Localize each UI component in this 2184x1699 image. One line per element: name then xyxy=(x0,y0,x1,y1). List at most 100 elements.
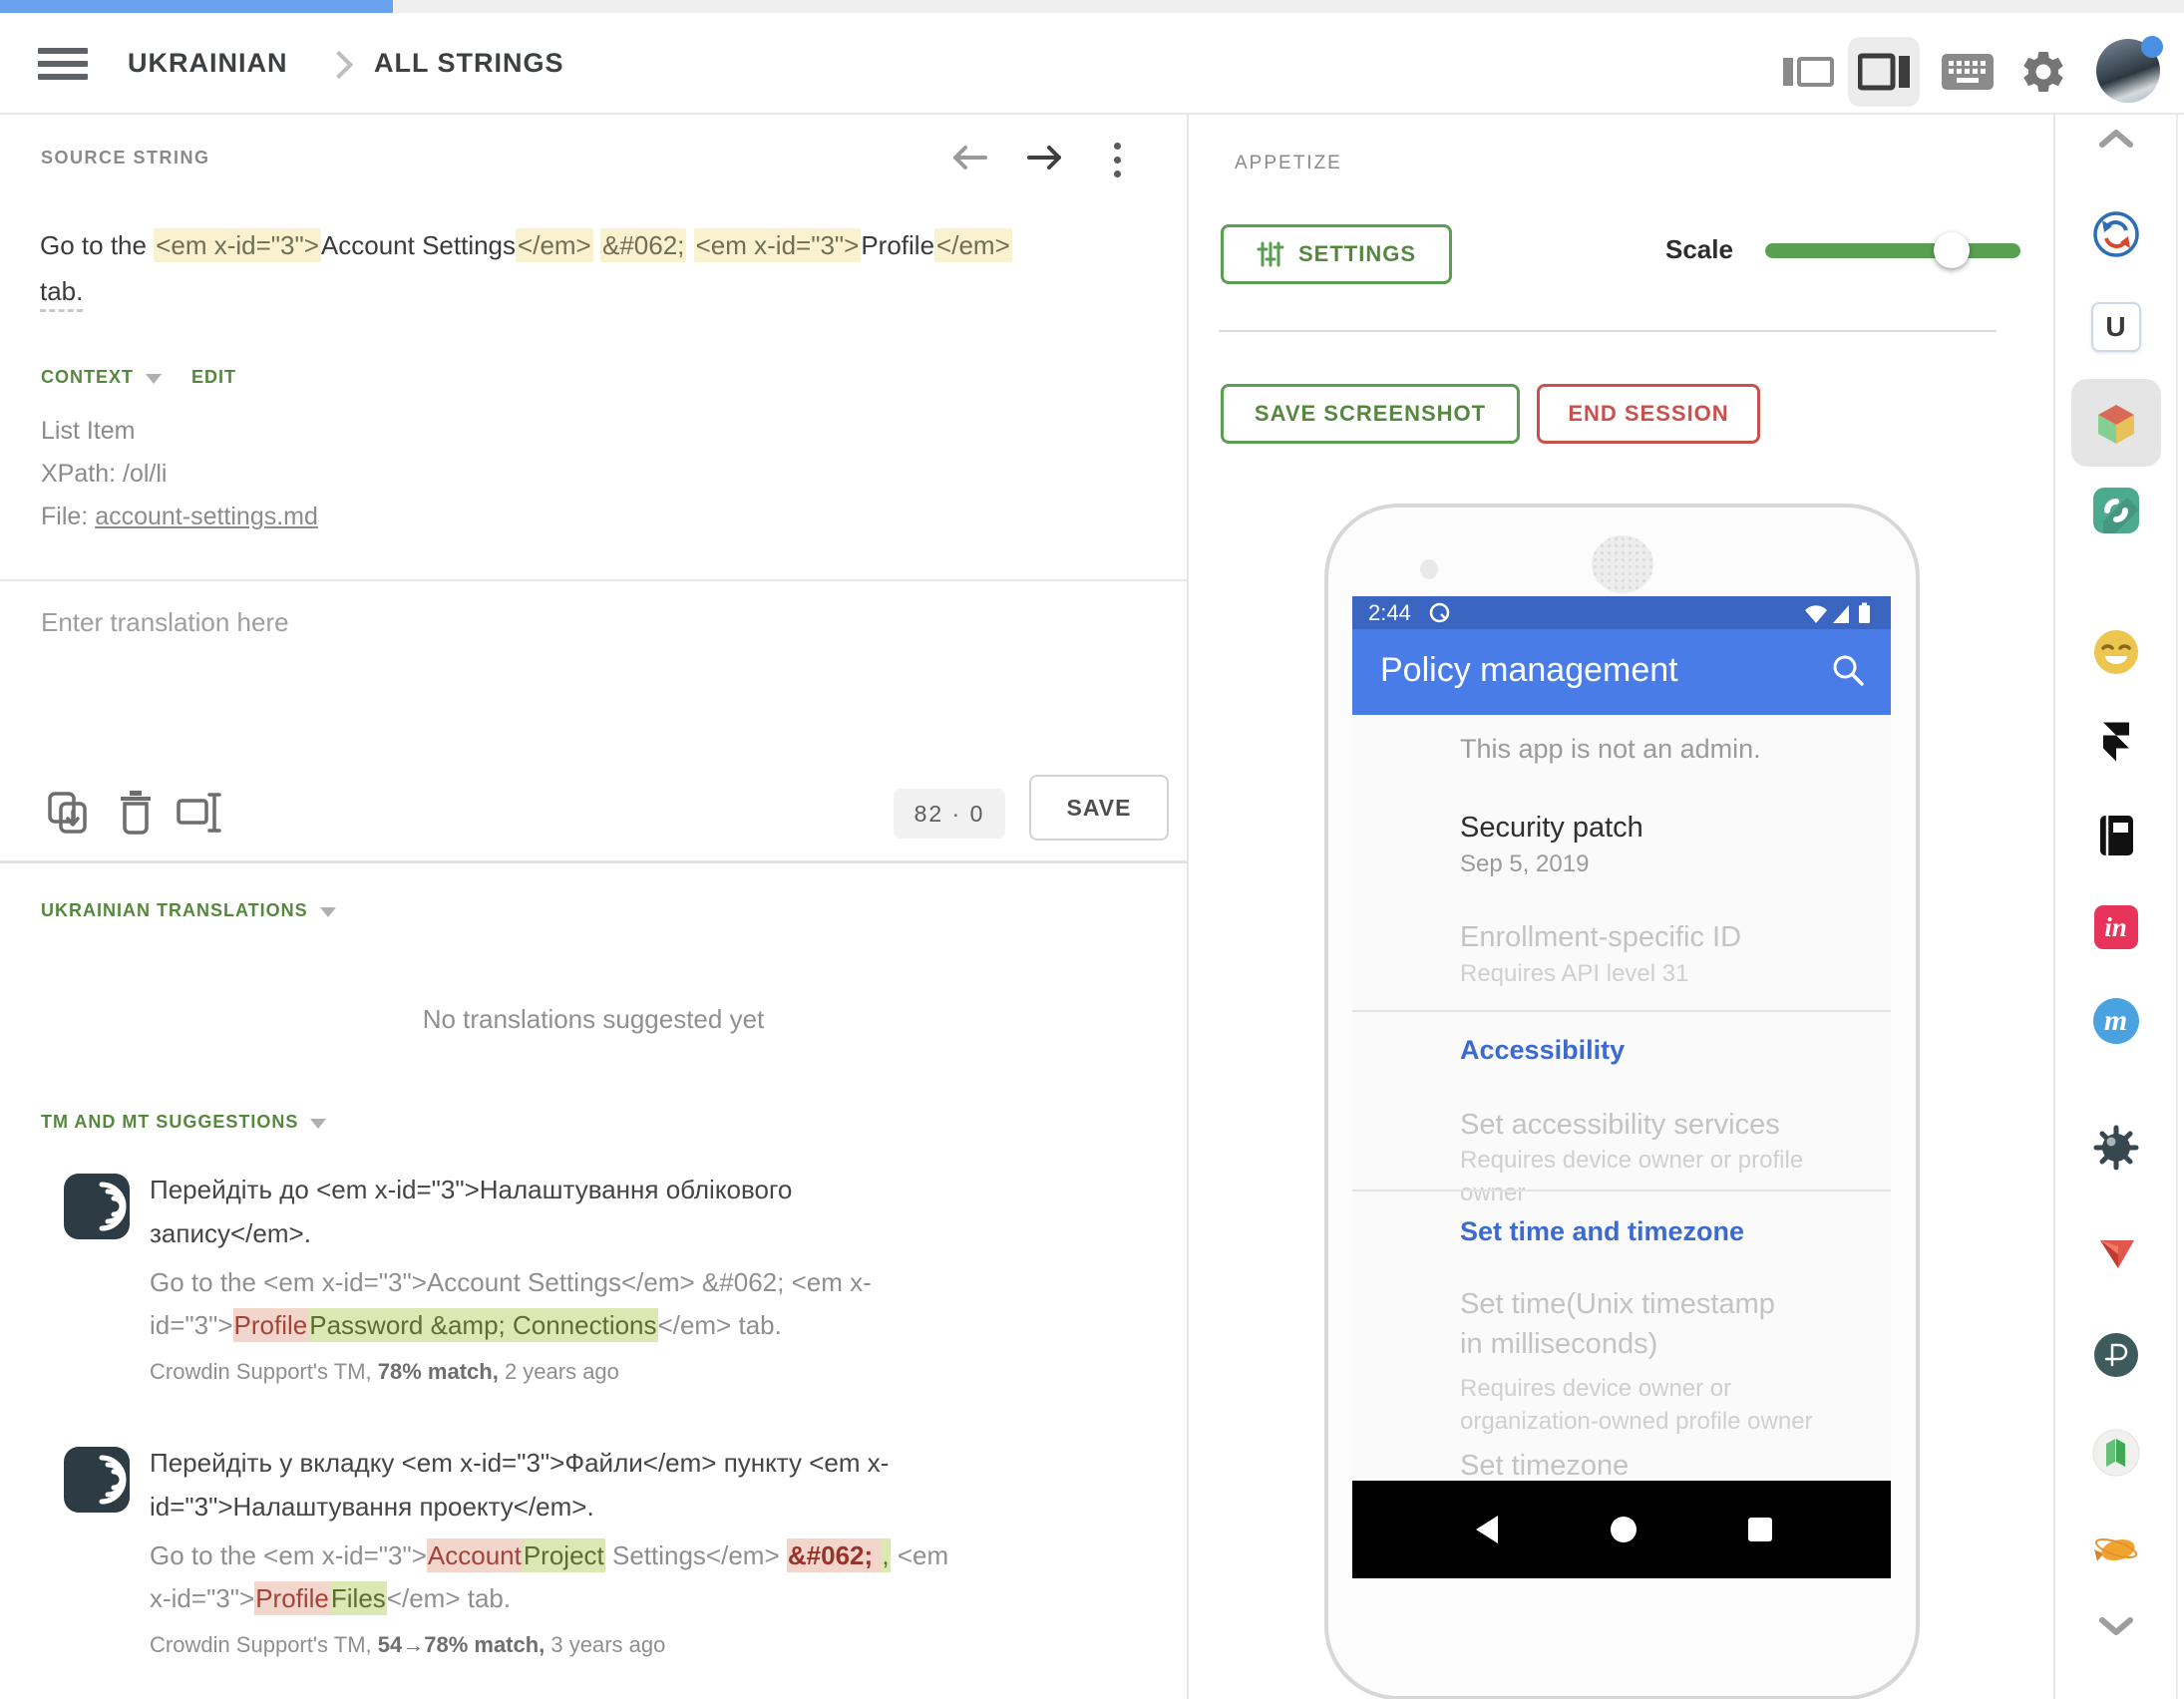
context-type: List Item xyxy=(41,410,318,453)
online-status-dot xyxy=(2141,36,2163,58)
scale-thumb[interactable] xyxy=(1934,232,1970,268)
keyboard-icon[interactable] xyxy=(1941,46,1995,98)
divider xyxy=(0,860,1187,863)
collapse-up-icon[interactable] xyxy=(2096,127,2136,151)
list-item-title[interactable]: Security patch xyxy=(1460,808,1849,848)
smiley-icon[interactable] xyxy=(2093,629,2139,675)
divider xyxy=(0,579,1187,581)
medium-icon[interactable] xyxy=(2092,1429,2140,1477)
list-item-title[interactable]: Set accessibility services xyxy=(1460,1105,1849,1145)
app-bar: Policy management xyxy=(1352,629,1891,715)
translations-section-toggle[interactable]: UKRAINIAN TRANSLATIONS xyxy=(41,900,336,921)
appetize-panel: APPETIZE SETTINGS Scale SAVE SCREENSHOT … xyxy=(1191,115,2051,1699)
framer-icon[interactable] xyxy=(2103,722,2129,762)
context-toggle[interactable]: CONTEXT xyxy=(41,367,162,388)
source-string-text: Go to the <em x-id="3">Account Settings<… xyxy=(40,222,1127,314)
scale-label: Scale xyxy=(1665,234,1733,265)
context-edit-button[interactable]: EDIT xyxy=(191,367,236,388)
integrations-sidebar: U xyxy=(2053,115,2178,1699)
android-nav-bar xyxy=(1352,1481,1891,1578)
sliders-icon xyxy=(1257,240,1284,268)
divider xyxy=(1352,1189,1891,1191)
red-fold-icon[interactable] xyxy=(2093,1232,2139,1274)
section-header: Accessibility xyxy=(1460,1035,1625,1066)
suggestion-meta: Crowdin Support's TM, 78% match, 2 years… xyxy=(150,1359,1027,1385)
clear-tags-icon[interactable] xyxy=(172,785,227,841)
scale-slider[interactable] xyxy=(1765,243,2020,258)
suggestion-source-text: Go to the <em x-id="3">AccountProject Se… xyxy=(150,1534,1027,1620)
suggestion-target-text: Перейдіть у вкладку <em x-id="3">Файли</… xyxy=(150,1441,1027,1529)
save-screenshot-button[interactable]: SAVE SCREENSHOT xyxy=(1221,384,1520,444)
top-bar: UKRAINIAN ALL STRINGS xyxy=(0,13,2184,115)
marvel-icon[interactable]: m xyxy=(2093,998,2139,1044)
panel-left-icon[interactable] xyxy=(1781,46,1835,98)
end-session-button[interactable]: END SESSION xyxy=(1537,384,1760,444)
device-mockup: 2:44 Policy management xyxy=(1324,504,1920,1699)
save-button[interactable]: SAVE xyxy=(1029,775,1169,841)
teal-link-icon[interactable] xyxy=(2093,488,2139,533)
loading-progress-fill xyxy=(0,0,393,13)
appetize-label: APPETIZE xyxy=(1235,153,1342,174)
crowdin-editor: UKRAINIAN ALL STRINGS xyxy=(0,0,2184,1699)
signal-icon xyxy=(1833,605,1849,623)
char-counter: 82 · 0 xyxy=(894,789,1005,839)
sketchbook-icon[interactable] xyxy=(2094,814,2138,857)
tm-suggestion-item[interactable]: Перейдіть до <em x-id="3">Налаштування о… xyxy=(0,1168,1127,1385)
home-button[interactable] xyxy=(1594,1481,1653,1578)
sync-circle-icon[interactable] xyxy=(2092,210,2140,258)
loading-progress-track xyxy=(0,0,2184,13)
context-file-line: File: account-settings.md xyxy=(41,496,318,538)
appetize-cube-icon[interactable] xyxy=(2092,400,2140,448)
list-item-title[interactable]: Set time(Unix timestamp in milliseconds) xyxy=(1460,1284,1799,1364)
context-xpath: XPath: /ol/li xyxy=(41,453,318,496)
recents-button[interactable] xyxy=(1730,1481,1790,1578)
suggestion-source-text: Go to the <em x-id="3">Account Settings<… xyxy=(150,1261,1027,1347)
chevron-down-icon xyxy=(310,1119,326,1129)
list-item-sub: Requires device owner or profile owner xyxy=(1460,1144,1849,1209)
chevron-down-icon xyxy=(146,374,162,384)
list-item-title[interactable]: Set timezone xyxy=(1460,1446,1849,1486)
tm-source-icon xyxy=(64,1447,130,1518)
zeplin-icon[interactable] xyxy=(2091,1525,2141,1570)
previous-string-button[interactable] xyxy=(941,135,997,180)
breadcrumb-file-filter[interactable]: ALL STRINGS xyxy=(374,13,564,113)
admin-note: This app is not an admin. xyxy=(1460,734,1761,765)
next-string-button[interactable] xyxy=(1017,135,1073,180)
avatar[interactable] xyxy=(2096,39,2160,103)
tm-section-toggle[interactable]: TM AND MT SUGGESTIONS xyxy=(41,1112,326,1133)
battery-icon xyxy=(1859,605,1870,623)
back-button[interactable] xyxy=(1457,1481,1517,1578)
tm-source-icon xyxy=(64,1174,130,1244)
status-icons xyxy=(1803,601,1881,630)
divider xyxy=(1352,1010,1891,1012)
settings-button[interactable]: SETTINGS xyxy=(1221,224,1452,284)
device-screen[interactable]: 2:44 Policy management xyxy=(1352,596,1891,1578)
search-icon[interactable] xyxy=(1829,651,1867,694)
mine-icon[interactable] xyxy=(2093,1125,2139,1171)
panel-right-icon[interactable] xyxy=(1848,37,1920,107)
list-item-sub: Requires device owner or organization-ow… xyxy=(1460,1372,1829,1438)
menu-icon[interactable] xyxy=(38,48,88,80)
invision-icon[interactable]: in xyxy=(2094,905,2138,949)
context-file-link[interactable]: account-settings.md xyxy=(95,503,318,530)
chevron-down-icon xyxy=(320,907,336,917)
camera-dot xyxy=(1420,559,1438,579)
speaker-grille xyxy=(1592,535,1653,593)
tm-suggestion-item[interactable]: Перейдіть у вкладку <em x-id="3">Файли</… xyxy=(0,1441,1127,1658)
translation-input[interactable]: Enter translation here xyxy=(41,607,289,638)
list-item-title[interactable]: Enrollment-specific ID xyxy=(1460,917,1849,957)
list-item-sub: Sep 5, 2019 xyxy=(1460,848,1849,880)
delete-icon[interactable] xyxy=(108,785,164,841)
unicode-u-icon[interactable]: U xyxy=(2091,302,2141,352)
status-time: 2:44 xyxy=(1368,600,1411,626)
collapse-down-icon[interactable] xyxy=(2096,1614,2136,1638)
app-title: Policy management xyxy=(1380,651,1678,690)
proto-p-icon[interactable] xyxy=(2093,1332,2139,1378)
breadcrumb-language[interactable]: UKRAINIAN xyxy=(128,13,288,113)
copy-source-icon[interactable] xyxy=(40,785,96,841)
wifi-icon xyxy=(1805,605,1827,623)
gear-icon[interactable] xyxy=(2016,46,2070,98)
more-options-icon[interactable] xyxy=(1097,137,1137,182)
section-header: Set time and timezone xyxy=(1460,1216,1744,1247)
status-bar: 2:44 xyxy=(1352,596,1891,629)
